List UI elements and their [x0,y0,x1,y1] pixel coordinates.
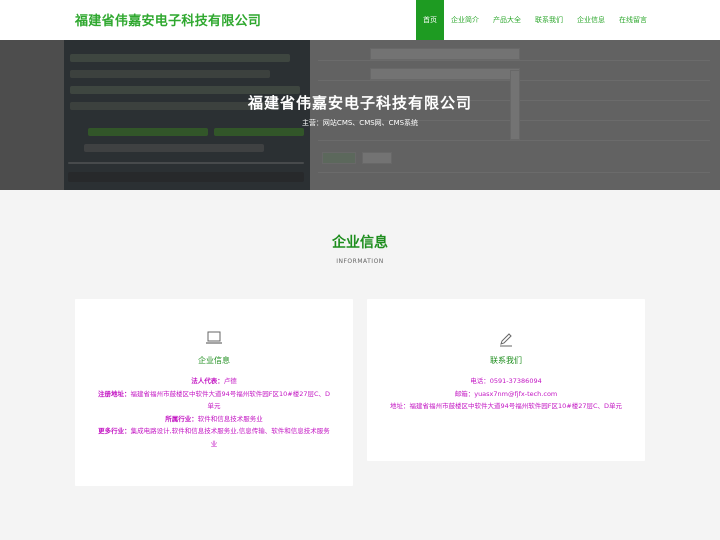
hero-title: 福建省伟嘉安电子科技有限公司 [247,94,472,112]
top-bar: 福建省伟嘉安电子科技有限公司 首页 企业简介 产品大全 联系我们 企业信息 在线… [0,0,720,40]
company-info-card: 企业信息 法人代表：卢德 注册地址：福建省福州市鼓楼区中软件大道94号福州软件园… [75,299,353,486]
section-subtitle: INFORMATION [336,258,384,265]
hero-overlay [0,40,720,190]
nav-item-products[interactable]: 产品大全 [486,0,528,40]
nav-item-home[interactable]: 首页 [416,0,444,40]
company-card-title: 企业信息 [198,356,230,365]
contact-address-line: 地址：福建省福州市鼓楼区中软件大道94号福州软件园F区10#楼27层C、D单元 [389,402,623,410]
hero-banner: 福建省伟嘉安电子科技有限公司 主营：网站CMS、CMS网、CMS系统 [0,40,720,190]
contact-card-details: 电话：0591-37386094 邮箱：yuasx7nm@fjfx-tech.c… [387,375,625,413]
site-logo[interactable]: 福建省伟嘉安电子科技有限公司 [75,10,261,29]
address-line: 注册地址：福建省福州市鼓楼区中软件大道94号福州软件园F区10#楼27层C、D单… [97,389,331,411]
contact-card-title: 联系我们 [490,356,522,365]
legal-rep-line: 法人代表：卢德 [191,377,237,385]
phone-line: 电话：0591-37386094 [470,377,542,385]
pencil-icon [367,331,645,347]
laptop-icon [75,331,353,347]
industry-line: 所属行业：软件和信息技术服务业 [165,414,263,423]
contact-card: 联系我们 电话：0591-37386094 邮箱：yuasx7nm@fjfx-t… [367,299,645,461]
main-nav: 首页 企业简介 产品大全 联系我们 企业信息 在线留言 [416,0,654,40]
nav-item-contact[interactable]: 联系我们 [528,0,570,40]
email-line: 邮箱：yuasx7nm@fjfx-tech.com [454,389,558,398]
email-link[interactable]: yuasx7nm@fjfx-tech.com [474,390,557,398]
section-title: 企业信息 [332,235,388,251]
nav-item-about[interactable]: 企业简介 [444,0,486,40]
nav-item-info[interactable]: 企业信息 [570,0,612,40]
nav-item-message[interactable]: 在线留言 [612,0,654,40]
hero-subtitle: 主营：网站CMS、CMS网、CMS系统 [301,119,419,127]
company-card-details: 法人代表：卢德 注册地址：福建省福州市鼓楼区中软件大道94号福州软件园F区10#… [95,375,333,450]
more-industry-line: 更多行业：集成电路设计,软件和信息技术服务业,信息传输、软件和信息技术服务业 [98,427,330,448]
